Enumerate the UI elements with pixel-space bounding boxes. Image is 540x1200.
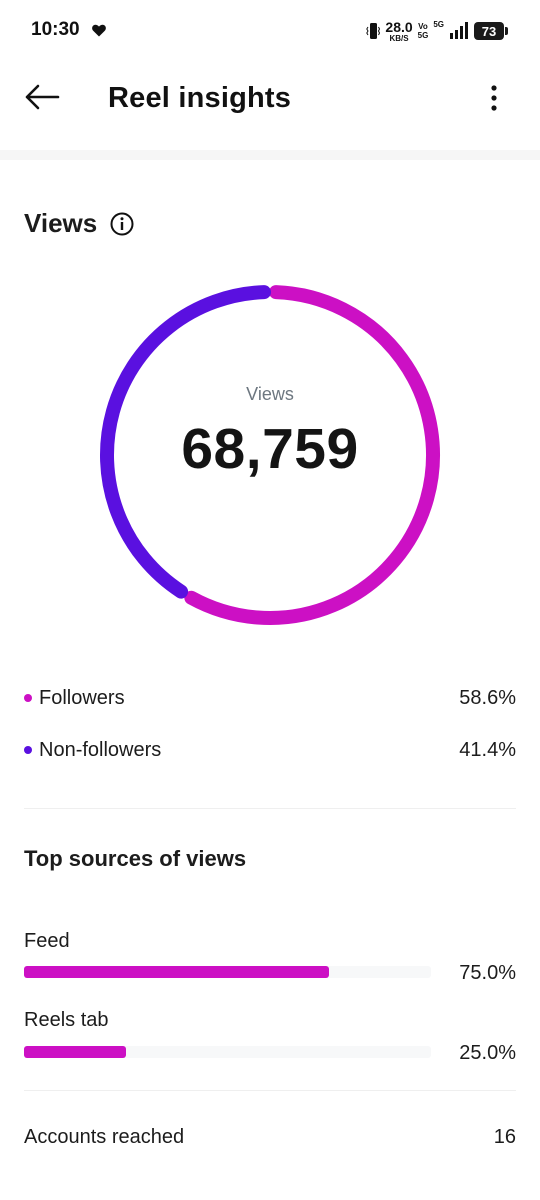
header-divider: [0, 150, 540, 160]
signal-icon: [450, 22, 468, 39]
status-time: 10:30: [31, 19, 80, 40]
divider: [24, 1090, 516, 1091]
vibrate-icon: [366, 23, 381, 39]
sources-section-title: Top sources of views: [24, 846, 247, 871]
source-bar-fill-reels-tab: [24, 1046, 126, 1058]
battery-indicator: 73: [474, 22, 508, 40]
status-indicators: 28.0 KB/S Vo 5G 5G 73: [366, 18, 508, 44]
legend-value: 58.6%: [459, 686, 516, 709]
views-section-title: Views: [24, 208, 98, 238]
info-icon[interactable]: [109, 211, 135, 237]
source-bar-fill-feed: [24, 966, 330, 978]
arrow-left-icon: [25, 84, 60, 110]
more-vertical-icon: [491, 85, 497, 111]
volte-indicator: Vo 5G: [418, 22, 429, 40]
network-speed-unit: KB/S: [389, 33, 409, 43]
legend-dot-followers: [24, 694, 32, 702]
status-bar: 10:30 28.0 KB/S Vo 5G 5G 73: [0, 0, 540, 62]
source-value-feed: 75.0%: [459, 962, 516, 984]
views-section-header: Views: [24, 208, 135, 239]
legend-item-followers: Followers 58.6%: [24, 683, 516, 713]
source-label-feed: Feed: [24, 930, 70, 952]
legend-value: 41.4%: [459, 738, 516, 761]
app-header: Reel insights: [0, 62, 540, 134]
volte-top: Vo: [418, 22, 428, 31]
network-speed: 28.0 KB/S: [385, 20, 412, 43]
volte-bottom: 5G: [417, 31, 429, 40]
page-title: Reel insights: [108, 82, 292, 114]
legend-item-non-followers: Non-followers 41.4%: [24, 735, 516, 765]
divider: [24, 808, 516, 809]
donut-center-label: Views: [246, 384, 294, 404]
accounts-reached-label: Accounts reached: [24, 1125, 185, 1148]
source-label-reels-tab: Reels tab: [24, 1009, 109, 1031]
more-options-button[interactable]: [482, 82, 506, 114]
views-donut-chart: Views 68,759: [98, 283, 442, 627]
source-value-reels-tab: 25.0%: [459, 1042, 516, 1064]
legend-label: Followers: [39, 686, 125, 709]
source-bar-track-reels-tab: [24, 1046, 431, 1058]
donut-center-value: 68,759: [181, 417, 359, 481]
back-button[interactable]: [22, 80, 62, 114]
accounts-reached-value: 16: [493, 1125, 516, 1148]
source-bar-track-feed: [24, 966, 431, 978]
network-type: 5G: [433, 20, 444, 29]
heart-icon: [92, 24, 106, 37]
network-speed-value: 28.0: [385, 18, 413, 35]
battery-tip: [505, 27, 508, 35]
battery-level: 73: [474, 22, 504, 40]
legend-dot-non-followers: [24, 746, 32, 754]
legend-label: Non-followers: [39, 738, 162, 761]
accounts-reached-row[interactable]: Accounts reached 16: [24, 1122, 516, 1152]
